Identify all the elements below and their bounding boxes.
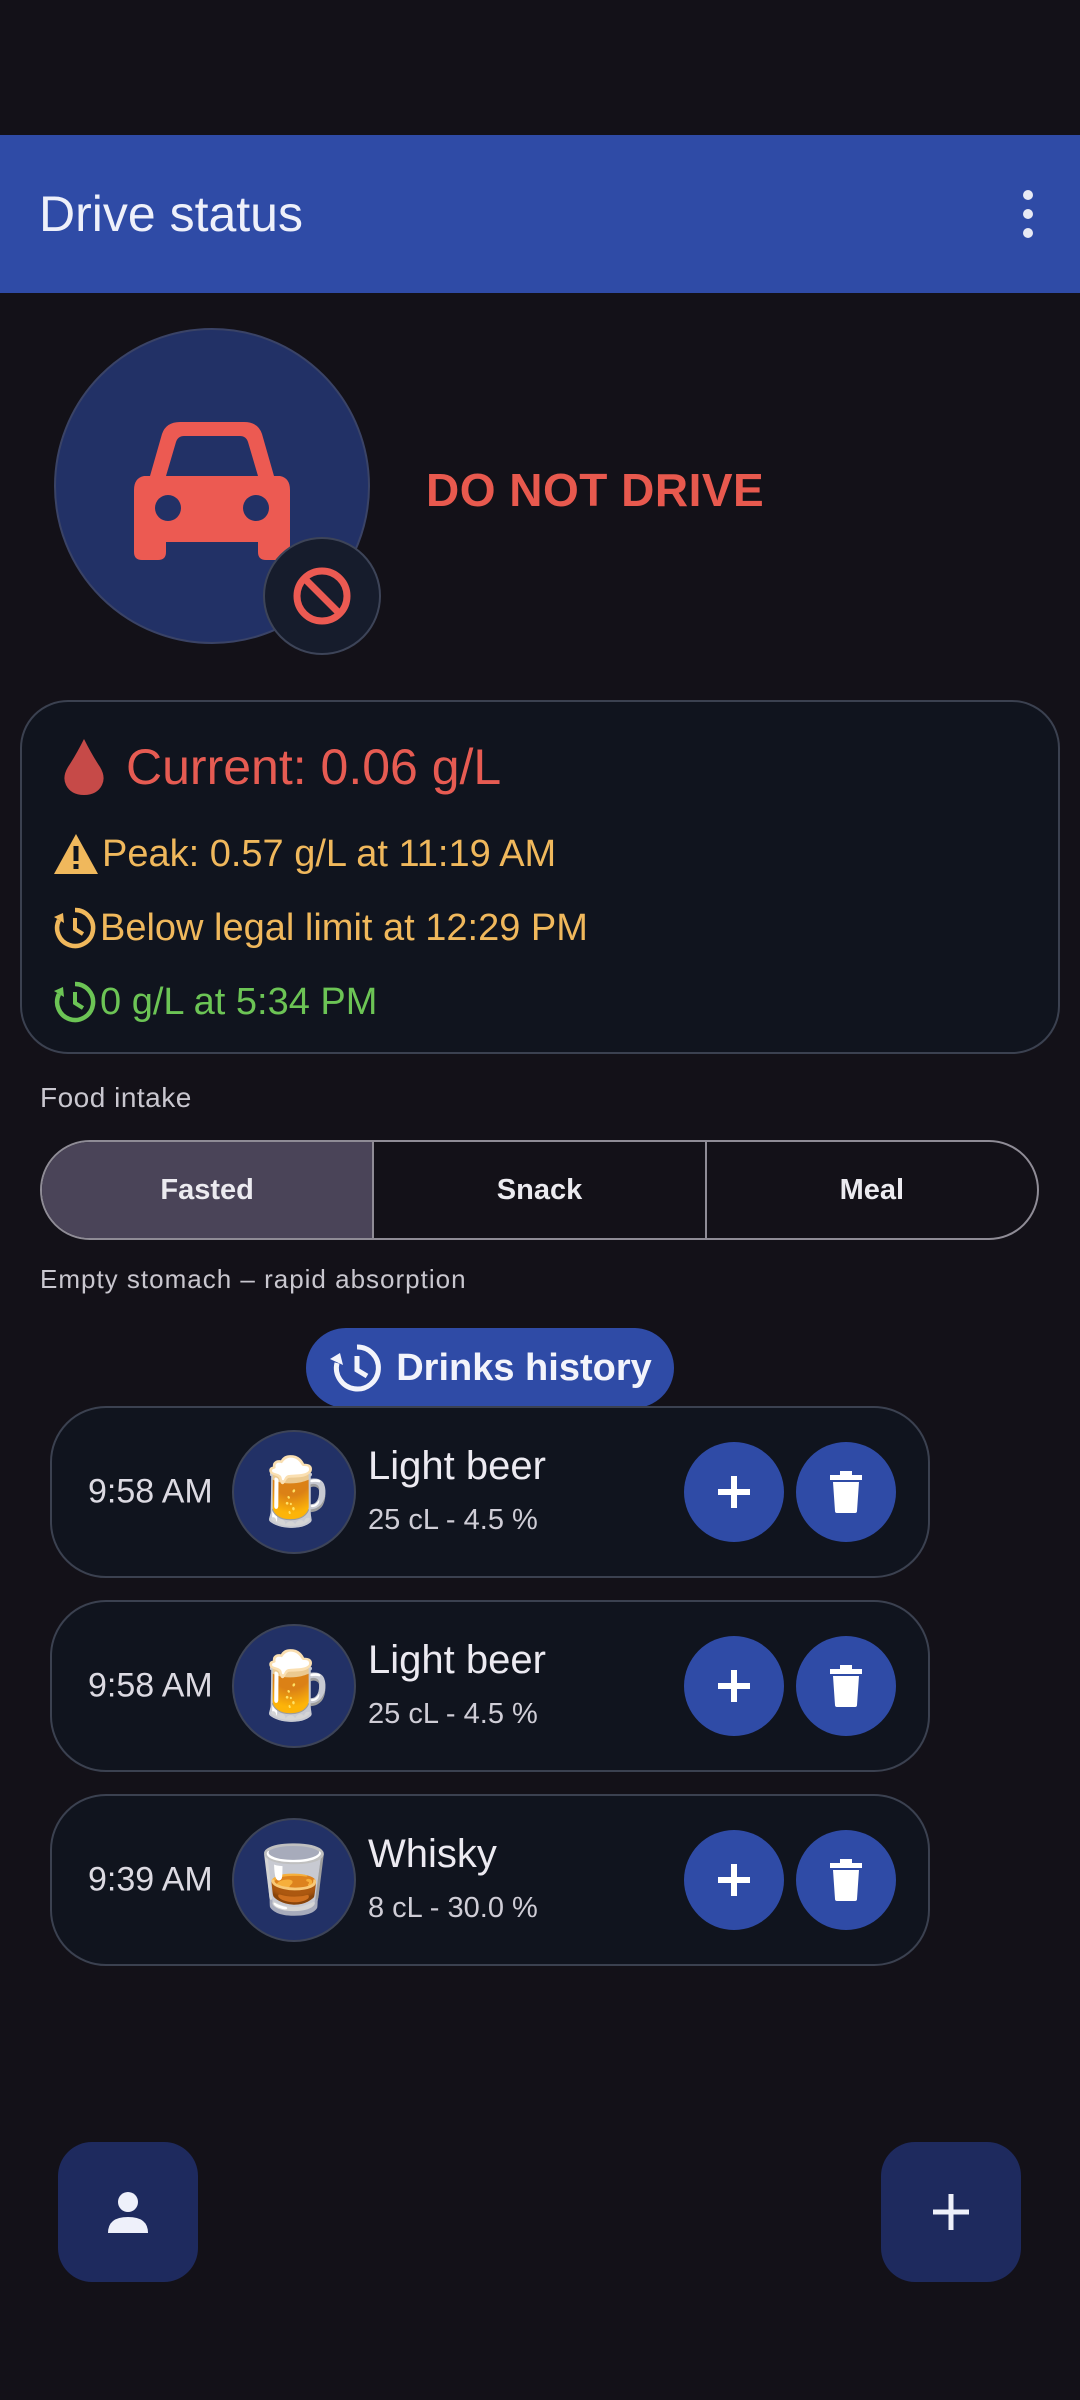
page-title: Drive status [39,186,303,242]
history-clock-icon [54,907,96,949]
trash-icon [830,1471,862,1513]
food-option-fasted[interactable]: Fasted [42,1142,375,1238]
block-icon [263,537,381,655]
car-icon [134,422,290,560]
food-intake-selector: Fasted Snack Meal [40,1140,1039,1240]
current-bac: Current: 0.06 g/L [62,732,501,802]
drink-detail: 25 cL - 4.5 % [368,1698,538,1730]
more-options-icon[interactable] [1008,184,1048,244]
plus-icon [718,1670,750,1702]
drink-time: 9:58 AM [88,1472,213,1511]
profile-button[interactable] [58,2142,198,2282]
history-icon [330,1344,382,1392]
plus-icon [718,1864,750,1896]
add-drink-again-button[interactable] [684,1830,784,1930]
drink-detail: 8 cL - 30.0 % [368,1892,538,1924]
warning-icon [54,834,98,874]
drink-name: Whisky [368,1832,497,1876]
food-option-meal[interactable]: Meal [707,1142,1037,1238]
drink-row[interactable]: 9:58 AM 🍺 Light beer 25 cL - 4.5 % [50,1406,930,1578]
food-intake-label: Food intake [40,1082,192,1113]
person-icon [108,2192,148,2233]
peak-bac: Peak: 0.57 g/L at 11:19 AM [52,824,556,884]
add-drink-button[interactable] [881,2142,1021,2282]
legal-limit-time: Below legal limit at 12:29 PM [52,898,588,958]
plus-icon [718,1476,750,1508]
beer-icon: 🍺 [232,1624,356,1748]
beer-icon: 🍺 [232,1430,356,1554]
add-drink-again-button[interactable] [684,1442,784,1542]
sober-time: 0 g/L at 5:34 PM [52,972,377,1032]
tumbler-glass-icon: 🥃 [232,1818,356,1942]
trash-icon [830,1665,862,1707]
bac-summary-card: Current: 0.06 g/L Peak: 0.57 g/L at 11:1… [20,700,1060,1054]
trash-icon [830,1859,862,1901]
plus-icon [933,2194,969,2230]
delete-drink-button[interactable] [796,1830,896,1930]
drink-row[interactable]: 9:58 AM 🍺 Light beer 25 cL - 4.5 % [50,1600,930,1772]
drink-name: Light beer [368,1444,546,1488]
drink-time: 9:39 AM [88,1860,213,1899]
drive-status-text: DO NOT DRIVE [426,464,765,516]
history-clock-icon [54,981,96,1023]
food-intake-description: Empty stomach – rapid absorption [40,1264,467,1294]
food-option-snack[interactable]: Snack [374,1142,707,1238]
drink-time: 9:58 AM [88,1666,213,1705]
add-drink-again-button[interactable] [684,1636,784,1736]
drink-name: Light beer [368,1638,546,1682]
blood-drop-icon [64,739,104,795]
app-bar: Drive status [0,135,1080,293]
drink-detail: 25 cL - 4.5 % [368,1504,538,1536]
drink-row[interactable]: 9:39 AM 🥃 Whisky 8 cL - 30.0 % [50,1794,930,1966]
drinks-history-button[interactable]: Drinks history [306,1328,674,1408]
delete-drink-button[interactable] [796,1442,896,1542]
delete-drink-button[interactable] [796,1636,896,1736]
